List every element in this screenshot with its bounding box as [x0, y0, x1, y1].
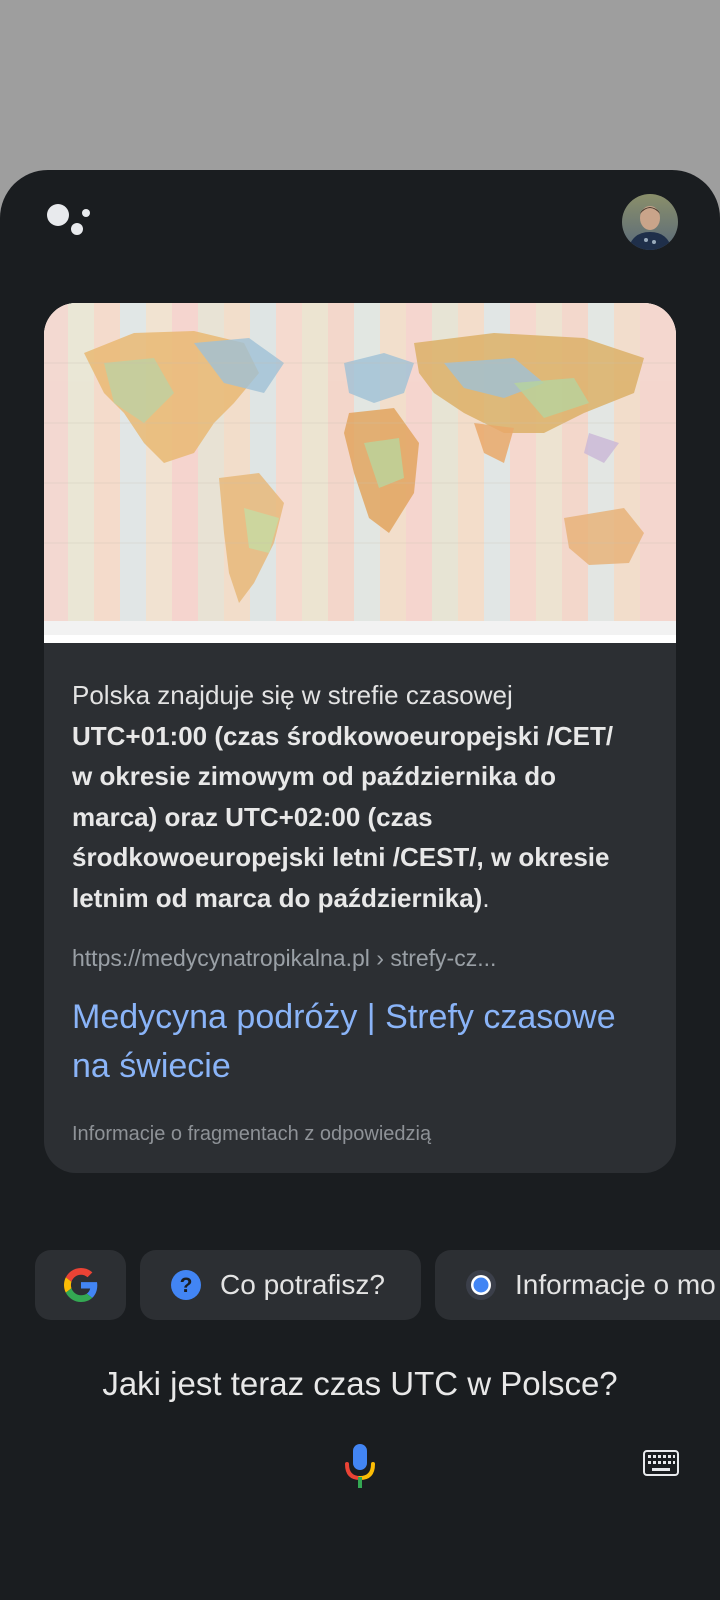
info-chip[interactable]: Informacje o mo	[435, 1250, 720, 1320]
assistant-sheet: Polska znajduje się w strefie czasowej U…	[0, 170, 720, 1600]
suggestion-chips: ? Co potrafisz? Informacje o mo	[0, 1250, 720, 1322]
svg-text:?: ?	[180, 1274, 193, 1297]
google-g-icon	[63, 1268, 97, 1302]
chip-label: Informacje o mo	[515, 1269, 716, 1300]
answer-card[interactable]: Polska znajduje się w strefie czasowej U…	[44, 303, 676, 1173]
spoken-query: Jaki jest teraz czas UTC w Polsce?	[102, 1365, 618, 1402]
answer-snippet: Polska znajduje się w strefie czasowej U…	[72, 675, 632, 918]
snippet-end: .	[482, 882, 490, 913]
world-time-zones-map[interactable]	[44, 303, 676, 643]
avatar[interactable]	[622, 194, 678, 250]
chip-label: Co potrafisz?	[220, 1269, 385, 1300]
help-circle-icon: ?	[170, 1269, 202, 1301]
microphone-icon[interactable]	[342, 1442, 378, 1490]
record-dot-icon	[465, 1269, 497, 1301]
source-url[interactable]: https://medycynatropikalna.pl › strefy-c…	[72, 945, 652, 972]
user-avatar-icon	[622, 194, 678, 250]
snippet-bold: UTC+01:00 (czas środkowoeuropejski /CET/…	[72, 720, 614, 913]
result-title-link[interactable]: Medycyna podróży | Strefy czasowe na świ…	[72, 993, 632, 1091]
keyboard-icon[interactable]	[643, 1450, 679, 1476]
google-assistant-dots-icon	[47, 204, 90, 235]
google-search-chip[interactable]	[35, 1250, 126, 1320]
what-can-you-do-chip[interactable]: ? Co potrafisz?	[140, 1250, 421, 1320]
snippet-intro: Polska znajduje się w strefie czasowej	[72, 680, 513, 710]
snippet-info-link[interactable]: Informacje o fragmentach z odpowiedzią	[72, 1123, 431, 1146]
